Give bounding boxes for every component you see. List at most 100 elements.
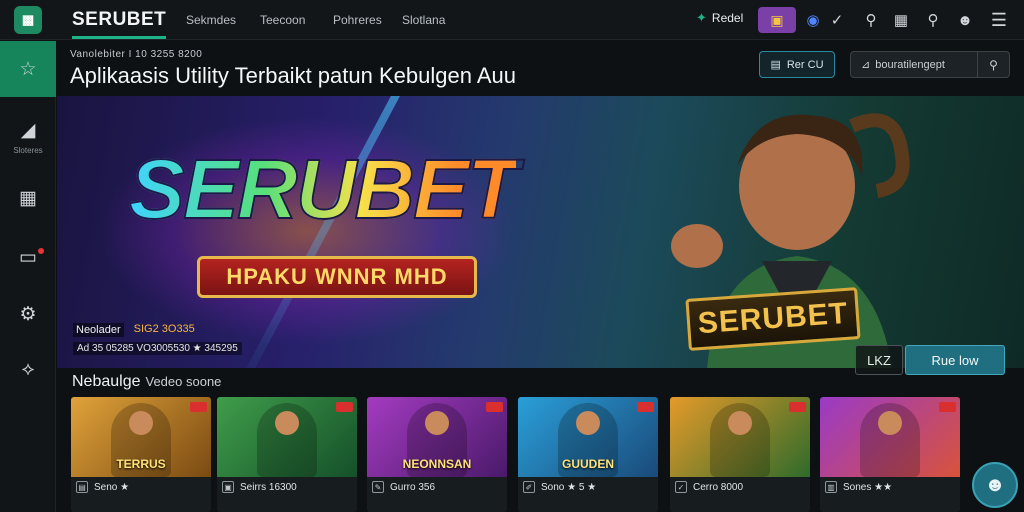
game-meta: ✎ Gurro 356: [372, 481, 435, 493]
game-meta: ✐ Sono ★ 5 ★: [523, 481, 596, 493]
nav-link-4[interactable]: Slotlana: [402, 13, 445, 27]
game-meta-text: Cerro 8000: [693, 481, 744, 493]
support-chat-button[interactable]: ☻: [972, 462, 1018, 508]
brand-underline: [72, 36, 166, 39]
top-status-label: Redel: [711, 11, 744, 25]
game-thumbnail[interactable]: TERRUS: [71, 397, 211, 477]
hot-badge: [637, 402, 654, 412]
game-meta-text: Sono ★ 5 ★: [541, 481, 597, 493]
grid-icon[interactable]: ▦: [890, 9, 912, 31]
search-icon[interactable]: ⚲: [860, 9, 882, 31]
game-title: NEONNSAN: [402, 457, 472, 471]
gift-button[interactable]: ▣: [758, 7, 796, 33]
filter-icon: ⊿: [861, 59, 871, 71]
hero-tag-b: SIG2 3O335: [133, 323, 195, 335]
notification-dot: [38, 248, 44, 254]
sidebar-item-calc[interactable]: ▦: [0, 187, 56, 210]
section-title-sub: Vedeo soone: [145, 374, 222, 389]
chart-icon: ▥: [825, 481, 837, 493]
game-meta: ▥ Sones ★★: [825, 481, 892, 493]
game-meta-text: Gurro 356: [390, 481, 436, 493]
game-thumbnail[interactable]: GUUDEN: [518, 397, 658, 477]
nav-link-3[interactable]: Pohreres: [333, 13, 382, 27]
game-card[interactable]: ✓ Cerro 8000: [670, 397, 810, 512]
page-subtitle: Vanolebiter I 10 3255 8200: [70, 49, 203, 60]
game-card[interactable]: GUUDEN ✐ Sono ★ 5 ★: [518, 397, 658, 512]
edit-icon: ✐: [523, 481, 535, 493]
nav-link-1[interactable]: Sekmdes: [186, 13, 236, 27]
game-meta: ▣ Seirrs 16300: [222, 481, 297, 493]
game-meta: ✓ Cerro 8000: [675, 481, 743, 493]
game-card[interactable]: ▣ Seirrs 16300: [217, 397, 357, 512]
tag-icon: ✓: [675, 481, 687, 493]
sidebar-item-home[interactable]: ☆: [0, 41, 56, 97]
game-character-illustration: [860, 403, 920, 477]
game-card[interactable]: NEONNSAN ✎ Gurro 356: [367, 397, 507, 512]
star-icon: ☆: [19, 58, 37, 80]
nav-link-2[interactable]: Teecoon: [260, 13, 305, 27]
hero-cta-button[interactable]: Rue low: [905, 345, 1005, 375]
hero-tag-line: Ad 35 05285 VO3005530 ★ 345295: [73, 342, 242, 355]
calculator-icon: ▦: [19, 188, 37, 209]
hot-badge: [486, 402, 503, 412]
gift-icon: ▣: [770, 11, 784, 28]
game-thumbnail[interactable]: [670, 397, 810, 477]
save-button-label: Rer CU: [786, 58, 824, 71]
sidebar-item-diamond[interactable]: ⟡: [0, 359, 56, 381]
search-input[interactable]: ⊿ bouratilengept: [851, 58, 977, 72]
hero-banner[interactable]: SERUBET HPAKU WNNR MHD Neolader SIG2 3O3…: [57, 96, 1024, 368]
game-meta-text: Sones ★★: [843, 481, 893, 493]
checkmark-icon[interactable]: ✓: [826, 9, 848, 31]
sidebar-item-settings[interactable]: ⚙: [0, 303, 56, 326]
sidebar: ☆ ◢ Sloteres ▦ ▭ ⚙ ⟡: [0, 41, 56, 512]
pencil-icon: ✎: [372, 481, 384, 493]
hero-tags: Neolader SIG2 3O335: [73, 323, 195, 337]
user-icon[interactable]: ☻: [954, 9, 976, 31]
game-thumbnail[interactable]: [820, 397, 960, 477]
leaf-icon: ✦: [696, 10, 707, 25]
section-title-main: Nebaulge: [72, 373, 141, 390]
menu-icon[interactable]: ☰: [988, 9, 1010, 31]
search-icon-2[interactable]: ⚲: [922, 9, 944, 31]
game-meta: ▤ Seno ★: [76, 481, 129, 493]
sidebar-item-screen[interactable]: ▭: [0, 246, 56, 269]
app-logo-icon[interactable]: ▩: [14, 6, 42, 34]
sidebar-item-label: Sloteres: [13, 146, 43, 155]
chart-icon: ◢: [20, 120, 36, 141]
search-button[interactable]: ⚲: [977, 52, 1009, 77]
game-title: TERRUS: [116, 457, 166, 471]
page-title: Aplikaasis Utility Terbaikt patun Kebulg…: [70, 63, 516, 88]
game-thumbnail[interactable]: NEONNSAN: [367, 397, 507, 477]
game-title: GUUDEN: [561, 457, 614, 471]
search-placeholder: bouratilengept: [875, 58, 945, 71]
shield-icon[interactable]: ◉: [802, 9, 824, 31]
sidebar-item-slots[interactable]: ◢ Sloteres: [0, 119, 56, 155]
hot-badge: [190, 402, 207, 412]
hot-badge: [789, 402, 806, 412]
hot-badge: [939, 402, 956, 412]
chat-icon: ☻: [984, 473, 1006, 496]
gear-icon: ⚙: [19, 304, 37, 325]
game-character-illustration: [257, 403, 317, 477]
game-meta-text: Seno ★: [94, 481, 130, 493]
search-box[interactable]: ⊿ bouratilengept ⚲: [850, 51, 1010, 78]
screen-icon: ▭: [19, 247, 37, 268]
game-character-illustration: [710, 403, 770, 477]
hot-badge: [336, 402, 353, 412]
game-thumbnail[interactable]: [217, 397, 357, 477]
game-card[interactable]: TERRUS ▤ Seno ★: [71, 397, 211, 512]
hero-ribbon: HPAKU WNNR MHD: [197, 256, 477, 298]
top-status[interactable]: ✦ Redel: [696, 10, 743, 26]
search-icon: ⚲: [989, 57, 998, 72]
game-card[interactable]: ▥ Sones ★★: [820, 397, 960, 512]
hero-prev-button[interactable]: LKZ: [855, 345, 903, 375]
document-icon: ▤: [76, 481, 88, 493]
hero-tag-a: Neolader: [73, 323, 124, 337]
wallet-icon: ▣: [222, 481, 234, 493]
save-button[interactable]: ▤ Rer CU: [759, 51, 835, 78]
hero-logo: SERUBET: [128, 141, 519, 237]
top-bar: ▩ SERUBET Sekmdes Teecoon Pohreres Slotl…: [0, 0, 1024, 40]
section-title: Nebaulge Vedeo soone: [72, 373, 221, 391]
brand-name[interactable]: SERUBET: [72, 9, 166, 31]
game-meta-text: Seirrs 16300: [240, 481, 297, 493]
